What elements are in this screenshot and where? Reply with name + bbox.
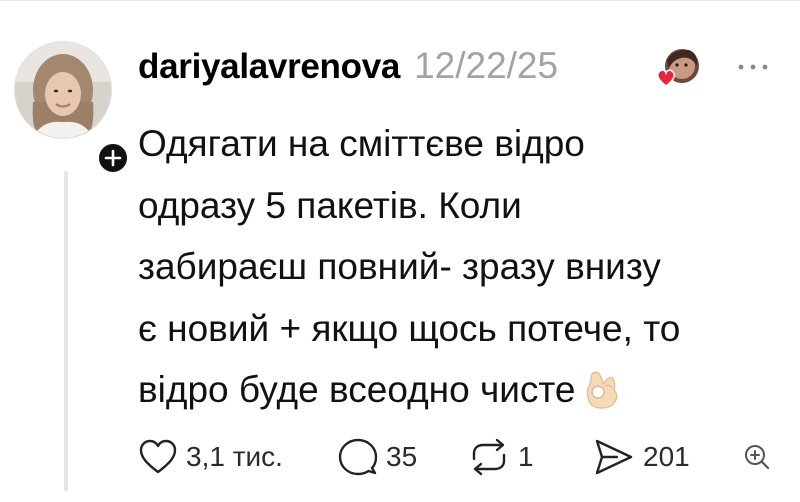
post-text-line: є новий + якщо щось потече, то <box>138 307 681 349</box>
more-options-button[interactable] <box>735 57 771 77</box>
repost-button[interactable]: 1 <box>468 435 534 479</box>
quote-icon <box>745 445 770 470</box>
like-button[interactable]: 3,1 тис. <box>138 435 283 479</box>
thread-post: dariyalavrenova 12/22/25 Одягати на сміт… <box>0 0 800 502</box>
post-text-line-last: відро буде всеодно чисте <box>138 359 788 421</box>
post-header: dariyalavrenova 12/22/25 <box>138 45 558 87</box>
heart-icon <box>139 439 177 474</box>
comment-bubble-icon <box>338 438 378 476</box>
comment-count: 35 <box>386 441 418 472</box>
post-text-line: одразу 5 пакетів. Коли <box>138 184 522 226</box>
timestamp[interactable]: 12/22/25 <box>414 45 558 87</box>
comment-button[interactable]: 35 <box>338 435 417 479</box>
post-text-line: забираєш повний- зразу внизу <box>138 246 661 287</box>
repost-count: 1 <box>518 441 534 472</box>
send-icon <box>595 439 633 475</box>
thread-line <box>64 171 68 491</box>
post-text-line: відро буде всеодно чисте <box>138 369 576 410</box>
plus-icon <box>104 149 122 167</box>
share-button[interactable]: 201 <box>593 435 690 479</box>
author-avatar-container[interactable] <box>14 41 130 175</box>
avatar-image <box>15 42 111 138</box>
username[interactable]: dariyalavrenova <box>138 47 400 87</box>
share-count: 201 <box>643 441 690 472</box>
post-body: Одягати на сміттєве відро одразу 5 пакет… <box>138 113 788 421</box>
ok-hand-emoji-icon <box>586 371 617 409</box>
like-count: 3,1 тис. <box>186 441 283 472</box>
repost-icon <box>472 438 506 476</box>
post-actions: 3,1 тис. 35 1 201 <box>138 435 778 479</box>
post-text-line: Одягати на сміттєве відро <box>138 123 585 164</box>
follow-button[interactable] <box>96 141 130 175</box>
quote-button[interactable] <box>742 435 772 479</box>
liked-by-avatar-icon <box>656 49 699 87</box>
more-dots-icon <box>738 64 768 70</box>
avatar[interactable] <box>14 41 112 139</box>
liked-by-author-avatar[interactable] <box>655 46 701 92</box>
